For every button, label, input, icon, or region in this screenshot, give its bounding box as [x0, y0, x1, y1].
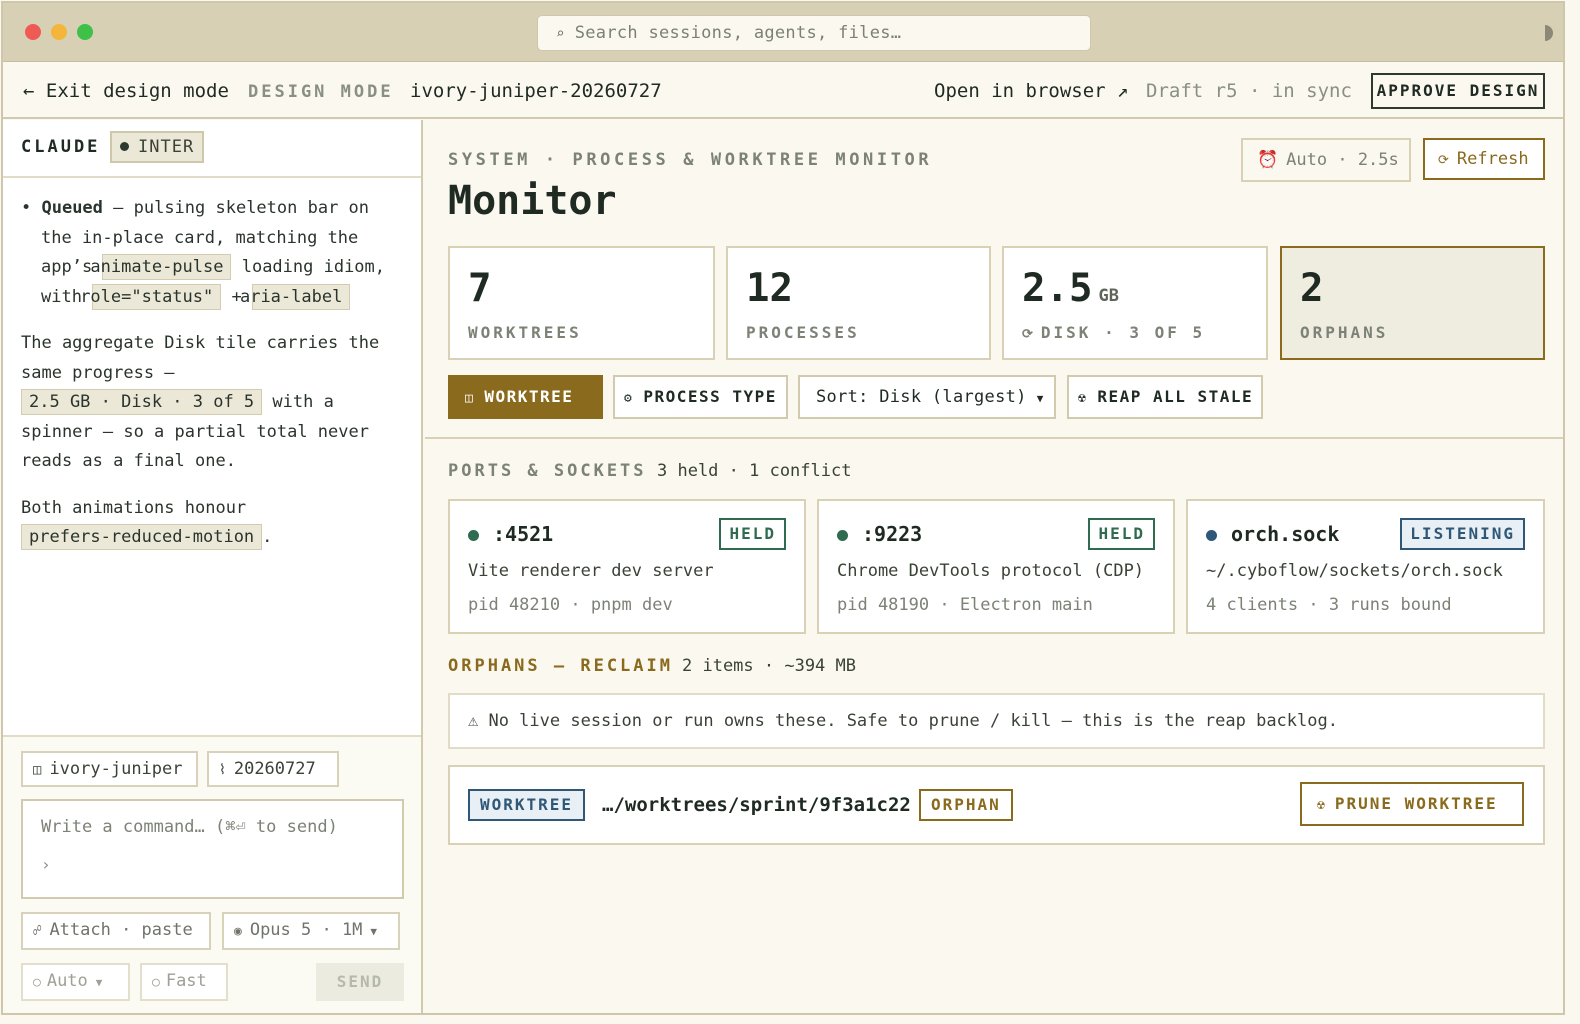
message-bullet: • Queued — pulsing skeleton bar on the i…: [21, 194, 406, 312]
spinner-icon: ⟳: [1022, 327, 1033, 342]
approve-design-button[interactable]: APPROVE DESIGN: [1371, 73, 1545, 109]
composer: ◫ ivory-juniper ⌇ 20260727 Write a command…: [3, 735, 421, 1013]
code-snippet: role="status": [80, 283, 222, 310]
radiation-icon: ☢: [1317, 798, 1325, 813]
search-icon: ⌕: [556, 26, 565, 42]
code-snippet: 2.5 GB · Disk · 3 of 5: [21, 389, 263, 415]
orphan-row[interactable]: WORKTREE …/worktrees/sprint/9f3a1c22 ORP…: [448, 765, 1545, 845]
chat-panel: CLAUDE INTER • Queued — pulsing skeleton…: [3, 120, 423, 1013]
orphans-title: ORPHANS — RECLAIM: [448, 656, 673, 676]
close-window-button[interactable]: [25, 24, 41, 40]
monitor-panel: SYSTEM · PROCESS & WORKTREE MONITOR Moni…: [425, 120, 1563, 1013]
font-badge[interactable]: INTER: [110, 131, 205, 163]
worktree-path: …/worktrees/sprint/9f3a1c22: [602, 794, 911, 816]
model-icon: ◉: [234, 924, 242, 939]
stat-disk[interactable]: 2.5 GB ⟳ DISK · 3 OF 5: [1002, 246, 1268, 360]
orphans-notice: ⚠ No live session or run owns these. Saf…: [448, 693, 1545, 749]
type-badge: WORKTREE: [468, 789, 586, 821]
port-card[interactable]: :9223 HELD Chrome DevTools protocol (CDP…: [817, 499, 1175, 634]
auto-refresh-toggle[interactable]: ⏰ Auto · 2.5s: [1241, 138, 1411, 182]
paperclip-icon: ☍: [33, 923, 42, 939]
message-paragraph: The aggregate Disk tile carries the same…: [21, 333, 380, 471]
branch-chip[interactable]: ◫ ivory-juniper: [21, 751, 198, 787]
draft-status: Draft r5 · in sync: [1146, 80, 1352, 102]
status-badge: HELD: [1088, 518, 1155, 550]
worktree-icon: ◫: [33, 762, 42, 778]
open-in-browser-link[interactable]: Open in browser ↗: [934, 80, 1128, 102]
process-type-filter-button[interactable]: ⚙ PROCESS TYPE: [613, 375, 788, 419]
worktree-filter-button[interactable]: ◫ WORKTREE: [448, 375, 603, 419]
refresh-icon: ⟳: [1438, 153, 1449, 168]
stat-processes[interactable]: 12 PROCESSES: [726, 246, 991, 360]
command-input[interactable]: Write a command… (⌘⏎ to send) ›: [21, 799, 404, 899]
breadcrumb: SYSTEM · PROCESS & WORKTREE MONITOR: [448, 150, 933, 170]
prune-worktree-button[interactable]: ☢ PRUNE WORKTREE: [1300, 782, 1524, 826]
divider: [425, 437, 1563, 439]
status-badge: HELD: [719, 518, 786, 550]
chevron-down-icon: ▼: [1036, 392, 1044, 405]
auto-toggle[interactable]: ○ Auto ▼: [21, 963, 130, 1001]
orphan-badge: ORPHAN: [919, 789, 1013, 821]
branch-icon: ⌇: [219, 762, 226, 778]
attach-button[interactable]: ☍ Attach · paste: [21, 912, 211, 950]
sort-select[interactable]: Sort: Disk (largest) ▼: [798, 375, 1056, 419]
assistant-message: • Queued — pulsing skeleton bar on the i…: [21, 194, 406, 570]
stat-orphans[interactable]: 2 ORPHANS: [1280, 246, 1545, 360]
model-select[interactable]: ◉ Opus 5 · 1M ▼: [222, 912, 400, 950]
reap-all-stale-button[interactable]: ☢ REAP ALL STALE: [1067, 375, 1263, 419]
status-badge: LISTENING: [1400, 518, 1525, 550]
session-name: ivory-juniper-20260727: [410, 80, 662, 102]
chevron-down-icon: ▼: [95, 976, 103, 989]
send-button[interactable]: SEND: [316, 963, 404, 1001]
port-card[interactable]: :4521 HELD Vite renderer dev server pid …: [448, 499, 806, 634]
message-paragraph: Both animations honour prefers-reduced-m…: [21, 494, 406, 553]
design-mode-bar: ← Exit design mode DESIGN MODE ivory-jun…: [3, 63, 1563, 119]
status-dot-icon: [1206, 530, 1217, 541]
search-input[interactable]: ⌕ Search sessions, agents, files…: [537, 15, 1091, 51]
theme-toggle-icon[interactable]: [1545, 25, 1553, 41]
radiation-icon: ☢: [1078, 391, 1088, 406]
radio-icon: ○: [33, 975, 41, 990]
gear-icon: ⚙: [624, 391, 634, 406]
status-dot-icon: [468, 530, 479, 541]
exit-design-mode-link[interactable]: ← Exit design mode: [23, 80, 229, 102]
zoom-window-button[interactable]: [77, 24, 93, 40]
ports-title: PORTS & SOCKETS: [448, 461, 647, 481]
status-dot-icon: [837, 530, 848, 541]
chat-header: CLAUDE INTER: [3, 120, 421, 178]
dot-icon: [120, 142, 129, 151]
chevron-down-icon: ▼: [370, 925, 378, 938]
orphans-meta: 2 items · ~394 MB: [682, 656, 856, 676]
title-bar: ⌕ Search sessions, agents, files…: [3, 3, 1563, 62]
unit-label: GB: [1098, 286, 1119, 306]
agent-name: CLAUDE: [21, 137, 101, 157]
code-snippet: aria-label: [240, 283, 351, 310]
mode-label: DESIGN MODE: [248, 82, 394, 102]
page-title: Monitor: [448, 178, 617, 224]
code-snippet: animate-pulse: [90, 254, 232, 280]
code-snippet: prefers-reduced-motion: [21, 524, 263, 550]
app-window: ⌕ Search sessions, agents, files… ← Exit …: [1, 1, 1565, 1015]
alarm-clock-icon: ⏰: [1257, 150, 1279, 170]
refresh-button[interactable]: ⟳ Refresh: [1423, 138, 1545, 180]
radio-icon: ○: [152, 975, 160, 990]
fast-toggle[interactable]: ○ Fast: [140, 963, 228, 1001]
prompt-caret: ›: [41, 855, 51, 874]
worktree-icon: ◫: [465, 391, 475, 406]
minimize-window-button[interactable]: [51, 24, 67, 40]
ports-meta: 3 held · 1 conflict: [657, 461, 852, 481]
socket-card[interactable]: orch.sock LISTENING ~/.cyboflow/sockets/…: [1186, 499, 1545, 634]
stat-worktrees[interactable]: 7 WORKTREES: [448, 246, 715, 360]
date-chip[interactable]: ⌇ 20260727: [207, 751, 339, 787]
